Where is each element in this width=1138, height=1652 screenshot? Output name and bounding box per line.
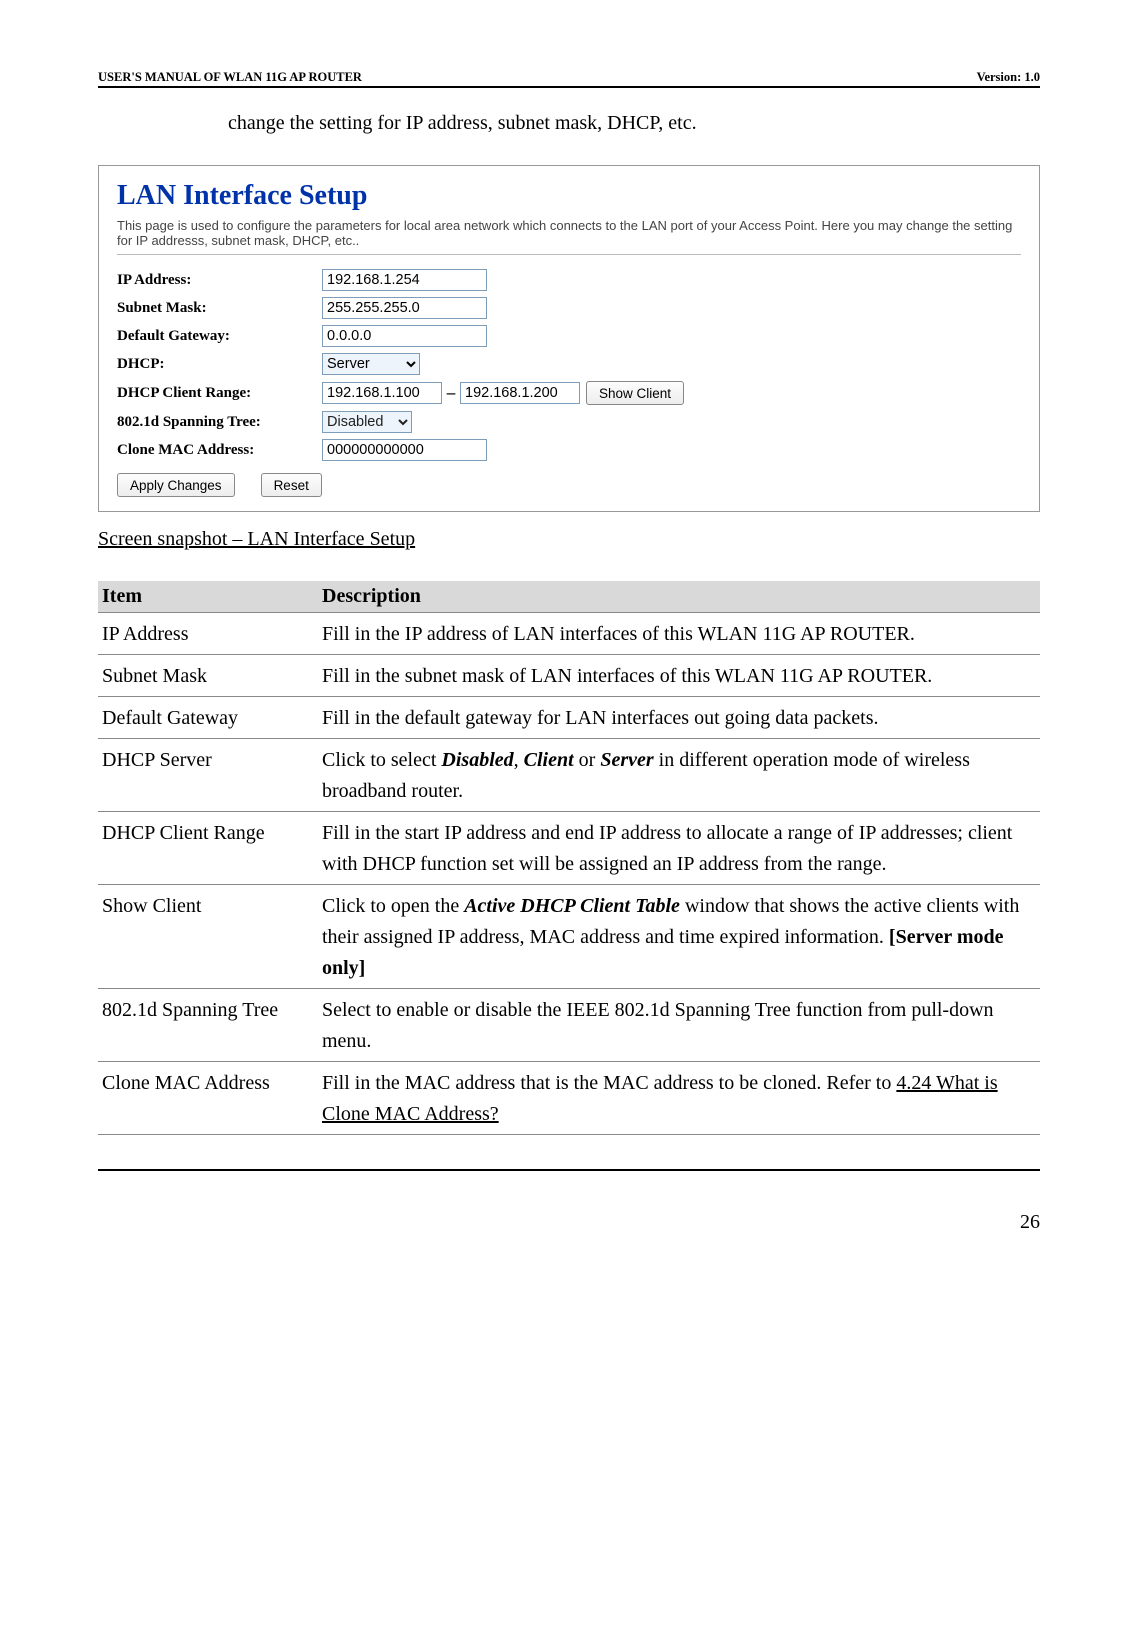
table-cell-item: IP Address — [98, 613, 318, 655]
spanning-tree-select[interactable]: Disabled — [322, 411, 412, 433]
dhcp-range-start-input[interactable] — [322, 382, 442, 404]
table-row: 802.1d Spanning TreeSelect to enable or … — [98, 989, 1040, 1062]
show-client-button[interactable]: Show Client — [586, 381, 684, 405]
dhcp-range-label: DHCP Client Range: — [117, 385, 322, 402]
panel-description: This page is used to configure the param… — [117, 218, 1021, 248]
table-cell-item: DHCP Server — [98, 739, 318, 812]
subnet-mask-input[interactable] — [322, 297, 487, 319]
table-cell-description: Select to enable or disable the IEEE 802… — [318, 989, 1040, 1062]
table-cell-description: Click to open the Active DHCP Client Tab… — [318, 885, 1040, 989]
table-cell-item: Default Gateway — [98, 697, 318, 739]
table-cell-item: DHCP Client Range — [98, 812, 318, 885]
table-cell-item: Show Client — [98, 885, 318, 989]
ip-address-input[interactable] — [322, 269, 487, 291]
lan-interface-panel: LAN Interface Setup This page is used to… — [98, 165, 1040, 512]
table-cell-item: 802.1d Spanning Tree — [98, 989, 318, 1062]
table-cell-item: Subnet Mask — [98, 655, 318, 697]
table-row: DHCP ServerClick to select Disabled, Cli… — [98, 739, 1040, 812]
page-number: 26 — [98, 1211, 1040, 1234]
table-cell-description: Fill in the subnet mask of LAN interface… — [318, 655, 1040, 697]
table-row: Show ClientClick to open the Active DHCP… — [98, 885, 1040, 989]
table-row: DHCP Client RangeFill in the start IP ad… — [98, 812, 1040, 885]
default-gateway-label: Default Gateway: — [117, 328, 322, 345]
header-left: USER'S MANUAL OF WLAN 11G AP ROUTER — [98, 70, 362, 85]
spanning-tree-label: 802.1d Spanning Tree: — [117, 414, 322, 431]
table-cell-description: Fill in the MAC address that is the MAC … — [318, 1062, 1040, 1135]
table-cell-item: Clone MAC Address — [98, 1062, 318, 1135]
table-header-description: Description — [318, 581, 1040, 613]
clone-mac-input[interactable] — [322, 439, 487, 461]
table-header-item: Item — [98, 581, 318, 613]
divider — [117, 254, 1021, 255]
table-row: Default GatewayFill in the default gatew… — [98, 697, 1040, 739]
dhcp-label: DHCP: — [117, 356, 322, 373]
apply-changes-button[interactable]: Apply Changes — [117, 473, 235, 497]
table-row: Subnet MaskFill in the subnet mask of LA… — [98, 655, 1040, 697]
range-dash: – — [442, 383, 460, 403]
page-header: USER'S MANUAL OF WLAN 11G AP ROUTER Vers… — [98, 70, 1040, 88]
reset-button[interactable]: Reset — [261, 473, 322, 497]
clone-mac-label: Clone MAC Address: — [117, 442, 322, 459]
table-row: Clone MAC AddressFill in the MAC address… — [98, 1062, 1040, 1135]
table-cell-description: Fill in the start IP address and end IP … — [318, 812, 1040, 885]
panel-title: LAN Interface Setup — [117, 180, 1021, 212]
intro-text: change the setting for IP address, subne… — [228, 112, 1040, 135]
table-cell-description: Fill in the IP address of LAN interfaces… — [318, 613, 1040, 655]
dhcp-range-end-input[interactable] — [460, 382, 580, 404]
dhcp-select[interactable]: Server — [322, 353, 420, 375]
table-row: IP AddressFill in the IP address of LAN … — [98, 613, 1040, 655]
table-cell-description: Fill in the default gateway for LAN inte… — [318, 697, 1040, 739]
screenshot-caption: Screen snapshot – LAN Interface Setup — [98, 528, 1040, 551]
footer-rule — [98, 1169, 1040, 1171]
ip-address-label: IP Address: — [117, 272, 322, 289]
header-right: Version: 1.0 — [977, 70, 1040, 85]
subnet-mask-label: Subnet Mask: — [117, 300, 322, 317]
table-cell-description: Click to select Disabled, Client or Serv… — [318, 739, 1040, 812]
default-gateway-input[interactable] — [322, 325, 487, 347]
description-table: Item Description IP AddressFill in the I… — [98, 581, 1040, 1135]
